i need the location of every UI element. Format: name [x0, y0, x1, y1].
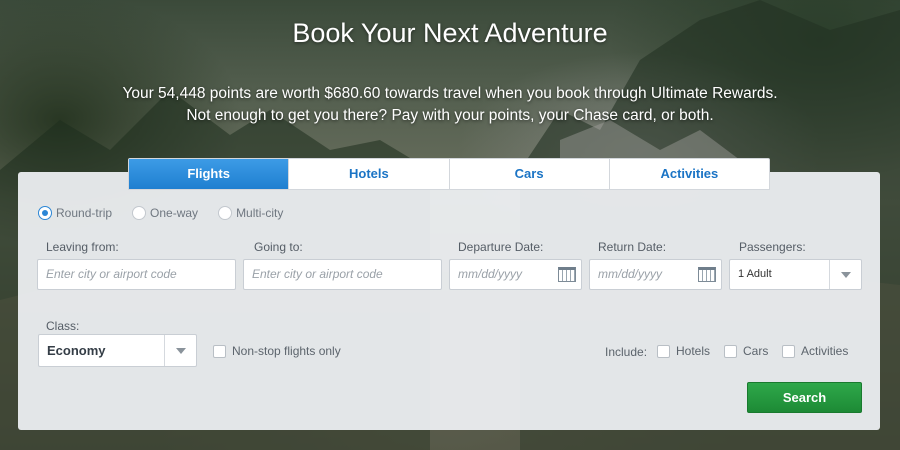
- trip-type-multi-city[interactable]: Multi-city: [218, 206, 283, 220]
- calendar-icon[interactable]: [698, 267, 716, 282]
- points-summary-line-2: Not enough to get you there? Pay with yo…: [186, 107, 714, 124]
- calendar-icon[interactable]: [558, 267, 576, 282]
- departure-date-input[interactable]: mm/dd/yyyy: [449, 259, 582, 290]
- nonstop-option[interactable]: Non-stop flights only: [213, 344, 341, 358]
- one-way-radio[interactable]: [132, 206, 147, 220]
- nonstop-checkbox[interactable]: [213, 344, 226, 358]
- round-trip-radio[interactable]: [38, 206, 52, 220]
- multi-city-radio[interactable]: [218, 206, 233, 220]
- search-button[interactable]: Search: [747, 382, 862, 413]
- class-label: Class:: [46, 319, 80, 333]
- include-label: Include:: [605, 345, 648, 359]
- return-date-input[interactable]: mm/dd/yyyy: [589, 259, 722, 290]
- include-cars-checkbox[interactable]: [724, 344, 737, 358]
- leaving-from-input[interactable]: Enter city or airport code: [37, 259, 236, 290]
- include-cars-option[interactable]: Cars: [724, 344, 768, 358]
- chevron-down-icon[interactable]: [829, 260, 861, 289]
- class-value: Economy: [47, 343, 106, 358]
- include-hotels-option[interactable]: Hotels: [657, 344, 710, 358]
- tab-activities[interactable]: Activities: [610, 159, 769, 189]
- chevron-down-icon[interactable]: [164, 335, 196, 366]
- class-select[interactable]: Economy: [38, 334, 197, 367]
- passengers-value: 1 Adult: [738, 268, 772, 280]
- points-summary-line-1: Your 54,448 points are worth $680.60 tow…: [122, 85, 778, 102]
- multi-city-label: Multi-city: [236, 206, 284, 220]
- nonstop-label: Non-stop flights only: [232, 344, 341, 358]
- points-summary: Your 54,448 points are worth $680.60 tow…: [0, 83, 900, 127]
- passengers-label: Passengers:: [739, 240, 806, 254]
- departure-date-label: Departure Date:: [458, 240, 544, 254]
- tab-hotels[interactable]: Hotels: [289, 159, 450, 189]
- booking-tabs: Flights Hotels Cars Activities: [128, 158, 770, 190]
- passengers-select[interactable]: 1 Adult: [729, 259, 862, 290]
- return-date-label: Return Date:: [598, 240, 667, 254]
- include-activities-label: Activities: [801, 344, 849, 358]
- leaving-from-label: Leaving from:: [46, 240, 119, 254]
- include-hotels-label: Hotels: [676, 344, 711, 358]
- trip-type-group: Round-trip One-way Multi-city: [38, 206, 303, 220]
- going-to-input[interactable]: Enter city or airport code: [243, 259, 442, 290]
- include-activities-checkbox[interactable]: [782, 344, 795, 358]
- tab-cars[interactable]: Cars: [450, 159, 610, 189]
- include-activities-option[interactable]: Activities: [782, 344, 848, 358]
- page-title: Book Your Next Adventure: [292, 18, 608, 48]
- include-hotels-checkbox[interactable]: [657, 344, 670, 358]
- tab-flights[interactable]: Flights: [129, 159, 290, 189]
- one-way-label: One-way: [150, 206, 199, 220]
- trip-type-one-way[interactable]: One-way: [132, 206, 198, 220]
- return-date-placeholder: mm/dd/yyyy: [598, 267, 663, 281]
- trip-type-round-trip[interactable]: Round-trip: [38, 206, 112, 220]
- going-to-label: Going to:: [254, 240, 303, 254]
- round-trip-label: Round-trip: [56, 206, 113, 220]
- include-cars-label: Cars: [743, 344, 769, 358]
- departure-date-placeholder: mm/dd/yyyy: [458, 267, 523, 281]
